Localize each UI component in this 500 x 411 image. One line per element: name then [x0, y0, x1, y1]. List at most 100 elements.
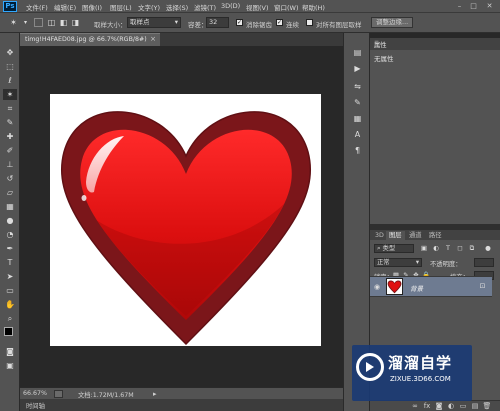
actions-panel-icon[interactable]: ▶	[351, 63, 364, 75]
status-bar: 66.67% 文档:1.72M/1.67M ▸	[20, 387, 350, 399]
filter-pixel-icon[interactable]: ▣	[420, 244, 428, 252]
document-canvas[interactable]	[50, 94, 321, 346]
maximize-button[interactable]: □	[468, 1, 479, 11]
sample-size-select[interactable]: 取样点 ▾	[127, 17, 181, 28]
new-selection-icon[interactable]	[34, 18, 43, 27]
delete-layer-icon[interactable]: 🗑	[482, 402, 492, 411]
no-properties-text: 无属性	[374, 55, 394, 63]
subtract-selection-icon[interactable]: ◧	[58, 17, 69, 28]
all-layers-checkbox[interactable]	[306, 19, 313, 26]
history-brush-tool-icon[interactable]: ↺	[3, 173, 17, 184]
link-layers-icon[interactable]: ∞	[410, 402, 420, 411]
zoom-level[interactable]: 66.67%	[23, 390, 47, 397]
history-panel-icon[interactable]: ▤	[351, 47, 364, 59]
menu-help[interactable]: 帮助(H)	[302, 2, 325, 12]
opacity-input[interactable]	[474, 258, 494, 267]
menu-filter[interactable]: 滤镜(T)	[194, 2, 216, 12]
lasso-tool-icon[interactable]: ℓ	[3, 75, 17, 86]
rectangle-tool-icon[interactable]: ▭	[3, 285, 17, 296]
minimize-button[interactable]: –	[454, 1, 465, 11]
intersect-selection-icon[interactable]: ◨	[70, 17, 81, 28]
zoom-tool-icon[interactable]: ⌕	[3, 313, 17, 324]
crop-tool-icon[interactable]: ⌗	[3, 103, 17, 114]
status-arrow-icon[interactable]: ▸	[153, 390, 157, 398]
properties-panel-header: 属性 ≡	[370, 38, 500, 50]
magic-wand-tool-icon[interactable]: ✶	[3, 89, 17, 100]
heart-image	[60, 111, 312, 346]
layer-style-icon[interactable]: fx	[422, 402, 432, 411]
filter-type-icon[interactable]: T	[444, 244, 452, 252]
clone-stamp-tool-icon[interactable]: ⊥	[3, 159, 17, 170]
character-panel-icon[interactable]: A	[351, 129, 364, 141]
menu-window[interactable]: 窗口(W)	[274, 2, 299, 12]
tolerance-label: 容差：	[188, 21, 208, 29]
gradient-tool-icon[interactable]: ▦	[3, 201, 17, 212]
blend-mode-select[interactable]: 正常 ▾	[374, 258, 422, 267]
add-selection-icon[interactable]: ◫	[46, 17, 57, 28]
panel-menu-icon[interactable]: ≡	[374, 39, 496, 46]
filter-adjustment-icon[interactable]: ◐	[432, 244, 440, 252]
filter-shape-icon[interactable]: ◻	[456, 244, 464, 252]
contiguous-checkbox[interactable]: ✓	[276, 19, 283, 26]
menu-edit[interactable]: 编辑(E)	[54, 2, 76, 12]
menu-file[interactable]: 文件(F)	[26, 2, 48, 12]
refine-edge-button[interactable]: 调整边缘...	[371, 17, 414, 28]
antialias-checkbox[interactable]: ✓	[236, 19, 243, 26]
hand-tool-icon[interactable]: ✋	[3, 299, 17, 310]
path-selection-tool-icon[interactable]: ➤	[3, 271, 17, 282]
menu-image[interactable]: 图像(I)	[82, 2, 102, 12]
filter-smart-object-icon[interactable]: ⧉	[468, 244, 476, 252]
tolerance-input[interactable]: 32	[206, 17, 229, 28]
menu-select[interactable]: 选择(S)	[166, 2, 188, 12]
healing-brush-tool-icon[interactable]: ✚	[3, 131, 17, 142]
tool-preset-chevron-icon[interactable]: ▾	[20, 17, 31, 28]
opacity-label: 不透明度：	[430, 261, 462, 268]
tab-channels[interactable]: 通道	[406, 231, 425, 240]
contiguous-label: 连续	[286, 21, 299, 29]
tab-3d[interactable]: 3D	[372, 231, 387, 240]
menu-view[interactable]: 视图(V)	[246, 2, 269, 12]
quick-mask-icon[interactable]: ◙	[3, 346, 17, 357]
new-layer-icon[interactable]: ▤	[470, 402, 480, 411]
add-mask-icon[interactable]: ◙	[434, 402, 444, 411]
paragraph-panel-icon[interactable]: ¶	[351, 145, 364, 157]
filter-toggle-icon[interactable]: ●	[484, 244, 492, 252]
new-group-icon[interactable]: ▭	[458, 402, 468, 411]
brush-panel-icon[interactable]: ✎	[351, 97, 364, 109]
brush-tool-icon[interactable]: ✐	[3, 145, 17, 156]
status-menu-icon[interactable]	[54, 390, 63, 398]
layer-name[interactable]: 背景	[410, 283, 423, 293]
layer-filter-select[interactable]: ⌕ 类型	[374, 244, 414, 253]
layers-panel-footer: ∞ fx ◙ ◐ ▭ ▤ 🗑	[370, 400, 500, 411]
blend-mode-value: 正常	[377, 259, 390, 266]
blur-tool-icon[interactable]: ●	[3, 215, 17, 226]
screen-mode-icon[interactable]: ▣	[3, 360, 17, 371]
close-tab-icon[interactable]: ×	[150, 35, 156, 43]
tab-layers[interactable]: 图层	[386, 231, 405, 240]
tab-paths[interactable]: 路径	[426, 231, 445, 240]
move-tool-icon[interactable]: ✥	[3, 47, 17, 58]
sample-size-value: 取样点	[130, 18, 150, 26]
menu-3d[interactable]: 3D(D)	[221, 2, 240, 10]
marquee-tool-icon[interactable]: ⬚	[3, 61, 17, 72]
close-window-button[interactable]: ✕	[484, 1, 495, 11]
magic-wand-icon[interactable]: ✶	[8, 17, 19, 28]
timeline-tab[interactable]: 时间轴	[20, 399, 350, 411]
foreground-color-swatch[interactable]	[4, 327, 13, 336]
dodge-tool-icon[interactable]: ◔	[3, 229, 17, 240]
adjustments-panel-icon[interactable]: ⇋	[351, 81, 364, 93]
menu-bar: Ps 文件(F) 编辑(E) 图像(I) 图层(L) 文字(Y) 选择(S) 滤…	[0, 0, 500, 13]
eyedropper-tool-icon[interactable]: ✎	[3, 117, 17, 128]
play-icon	[366, 362, 374, 372]
menu-layer[interactable]: 图层(L)	[110, 2, 132, 12]
eraser-tool-icon[interactable]: ▱	[3, 187, 17, 198]
type-tool-icon[interactable]: T	[3, 257, 17, 268]
pen-tool-icon[interactable]: ✒	[3, 243, 17, 254]
new-adjustment-icon[interactable]: ◐	[446, 402, 456, 411]
clone-source-panel-icon[interactable]: ▦	[351, 113, 364, 125]
menu-type[interactable]: 文字(Y)	[138, 2, 160, 12]
eye-icon[interactable]: ◉	[373, 283, 381, 291]
heart-highlight-dot	[81, 195, 87, 201]
lock-icon: ⊡	[479, 282, 486, 290]
document-tab[interactable]: timg!H4FAED08.jpg @ 66.7%(RGB/8#) ×	[20, 33, 160, 46]
